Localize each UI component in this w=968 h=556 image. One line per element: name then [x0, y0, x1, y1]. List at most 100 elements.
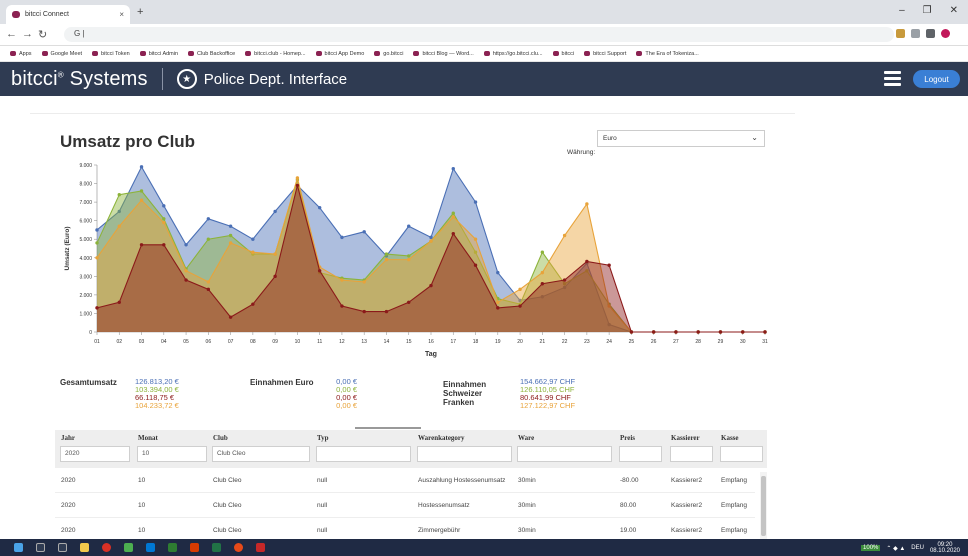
bookmark-label: bitcci Token: [101, 50, 130, 57]
task-view-icon[interactable]: [58, 543, 67, 552]
browser-tab[interactable]: bitcci Connect ×: [6, 5, 130, 24]
bookmark-icon: [374, 50, 381, 56]
tab-close-icon[interactable]: ×: [119, 10, 124, 19]
bookmark-item[interactable]: bitcci: [552, 51, 574, 57]
bookmark-icon: [584, 50, 591, 56]
bookmark-icon: [315, 50, 322, 56]
data-point: [206, 280, 211, 284]
table-row[interactable]: 2020 10 Club Cleo null Auszahlung Hostessenu…: [55, 468, 755, 493]
chf-revenue-values: 154.662,97 CHF 126.110,05 CHF 80.641,99 …: [520, 378, 575, 410]
y-tick-label: 7.000: [79, 200, 92, 206]
bookmark-icon: [188, 50, 195, 56]
tray-icons[interactable]: ⌃ ◆ ▲: [886, 545, 905, 552]
column-header[interactable]: Kasse: [721, 434, 739, 442]
currency-select[interactable]: Euro ⌄: [597, 130, 765, 147]
data-point: [540, 270, 545, 275]
data-point: [674, 330, 678, 334]
language-indicator[interactable]: DEU: [911, 545, 924, 551]
hamburger-menu-icon[interactable]: [884, 71, 901, 86]
column-header[interactable]: Club: [213, 434, 228, 442]
close-window-icon[interactable]: ✕: [950, 5, 958, 16]
data-point: [206, 217, 211, 221]
column-filter-input[interactable]: [417, 446, 512, 462]
data-point: [451, 215, 455, 219]
bookmark-item[interactable]: The Era of Tokeniza...: [636, 51, 699, 57]
table-cell: null: [317, 502, 328, 509]
column-filter-input[interactable]: [720, 446, 763, 462]
bookmark-item[interactable]: bitcci Blog — Word...: [413, 51, 474, 57]
column-filter-input[interactable]: 10: [137, 446, 207, 462]
file-explorer-icon[interactable]: [80, 543, 89, 552]
column-filter-input[interactable]: [316, 446, 411, 462]
profile-avatar[interactable]: [941, 29, 950, 38]
search-icon[interactable]: [36, 543, 45, 552]
forward-icon[interactable]: →: [22, 28, 33, 40]
column-header[interactable]: Warenkategory: [418, 434, 465, 442]
bookmark-item[interactable]: bitcci Support: [584, 51, 626, 57]
bookmark-item[interactable]: Google Meet: [41, 51, 82, 57]
x-tick-label: 12: [339, 339, 345, 345]
table-cell: 80.00: [620, 502, 637, 509]
column-header[interactable]: Kassierer: [671, 434, 700, 442]
brand-logo[interactable]: bitcci® Systems: [11, 68, 148, 91]
y-tick-label: 4.000: [79, 256, 92, 262]
windows-start-icon[interactable]: [14, 543, 23, 552]
data-point: [206, 287, 211, 292]
table-cell: 2020: [61, 477, 76, 484]
chf-label-line: Einnahmen: [443, 380, 487, 389]
data-point: [184, 278, 188, 282]
new-tab-button[interactable]: +: [137, 6, 143, 18]
app-icon[interactable]: [212, 543, 221, 552]
minimize-icon[interactable]: –: [899, 5, 905, 16]
extension-icon[interactable]: [911, 29, 920, 38]
x-tick-label: 25: [629, 339, 635, 345]
column-filter-input[interactable]: Club Cleo: [212, 446, 310, 462]
app-icon[interactable]: [190, 543, 199, 552]
table-cell: Kassierer2: [671, 527, 703, 534]
bookmark-item[interactable]: bitcci Admin: [139, 51, 178, 57]
bookmark-item[interactable]: bitcci App Demo: [315, 50, 364, 57]
reload-icon[interactable]: ↻: [38, 28, 47, 41]
bookmark-item[interactable]: bitcci Token: [92, 51, 130, 57]
logout-button[interactable]: Logout: [913, 70, 960, 88]
data-point: [407, 300, 411, 305]
firefox-icon[interactable]: [234, 543, 243, 552]
bookmark-item[interactable]: go.bitcci: [374, 51, 403, 57]
table-row[interactable]: 2020 10 Club Cleo null Hostessenumsatz 30min 8…: [55, 493, 755, 518]
bookmarks-bar: Apps Google Meet bitcci Token bitcci Admin C…: [0, 46, 968, 62]
column-header[interactable]: Jahr: [61, 434, 75, 442]
table-scroll-thumb[interactable]: [761, 476, 766, 536]
clock[interactable]: 09:20 08.10.2020: [930, 542, 960, 554]
bookmark-item[interactable]: https://go.bitcci.clu...: [483, 51, 543, 57]
app-icon[interactable]: [124, 543, 133, 552]
data-point: [206, 237, 211, 241]
app-icon[interactable]: [146, 543, 155, 552]
maximize-icon[interactable]: ❐: [923, 5, 932, 16]
table-row[interactable]: 2020 10 Club Cleo null Zimmergebühr 30min 19.0…: [55, 518, 755, 539]
puzzle-icon[interactable]: [926, 29, 935, 38]
column-header[interactable]: Preis: [620, 434, 635, 442]
data-point: [95, 241, 99, 245]
column-header[interactable]: Typ: [317, 434, 329, 442]
chrome-icon[interactable]: [102, 543, 111, 552]
column-filter-input[interactable]: [619, 446, 662, 462]
bookmark-item[interactable]: Apps: [10, 51, 32, 57]
app-icon[interactable]: [168, 543, 177, 552]
bookmark-item[interactable]: Club Backoffice: [188, 51, 235, 57]
zoom-level[interactable]: 100%: [861, 545, 881, 551]
data-point: [95, 228, 99, 232]
data-point: [362, 280, 366, 284]
column-filter-input[interactable]: [517, 446, 612, 462]
euro-revenue-label: Einnahmen Euro: [250, 378, 314, 387]
data-point: [629, 330, 634, 334]
bookmark-item[interactable]: bitcci.club - Homep...: [245, 51, 306, 57]
column-filter-input[interactable]: 2020: [60, 446, 130, 462]
column-filter-input[interactable]: [670, 446, 713, 462]
column-header[interactable]: Ware: [518, 434, 534, 442]
x-tick-label: 15: [406, 339, 412, 345]
app-icon[interactable]: [256, 543, 265, 552]
extension-icon[interactable]: [896, 29, 905, 38]
column-header[interactable]: Monat: [138, 434, 158, 442]
url-input[interactable]: G |: [64, 27, 894, 42]
back-icon[interactable]: ←: [6, 28, 17, 40]
